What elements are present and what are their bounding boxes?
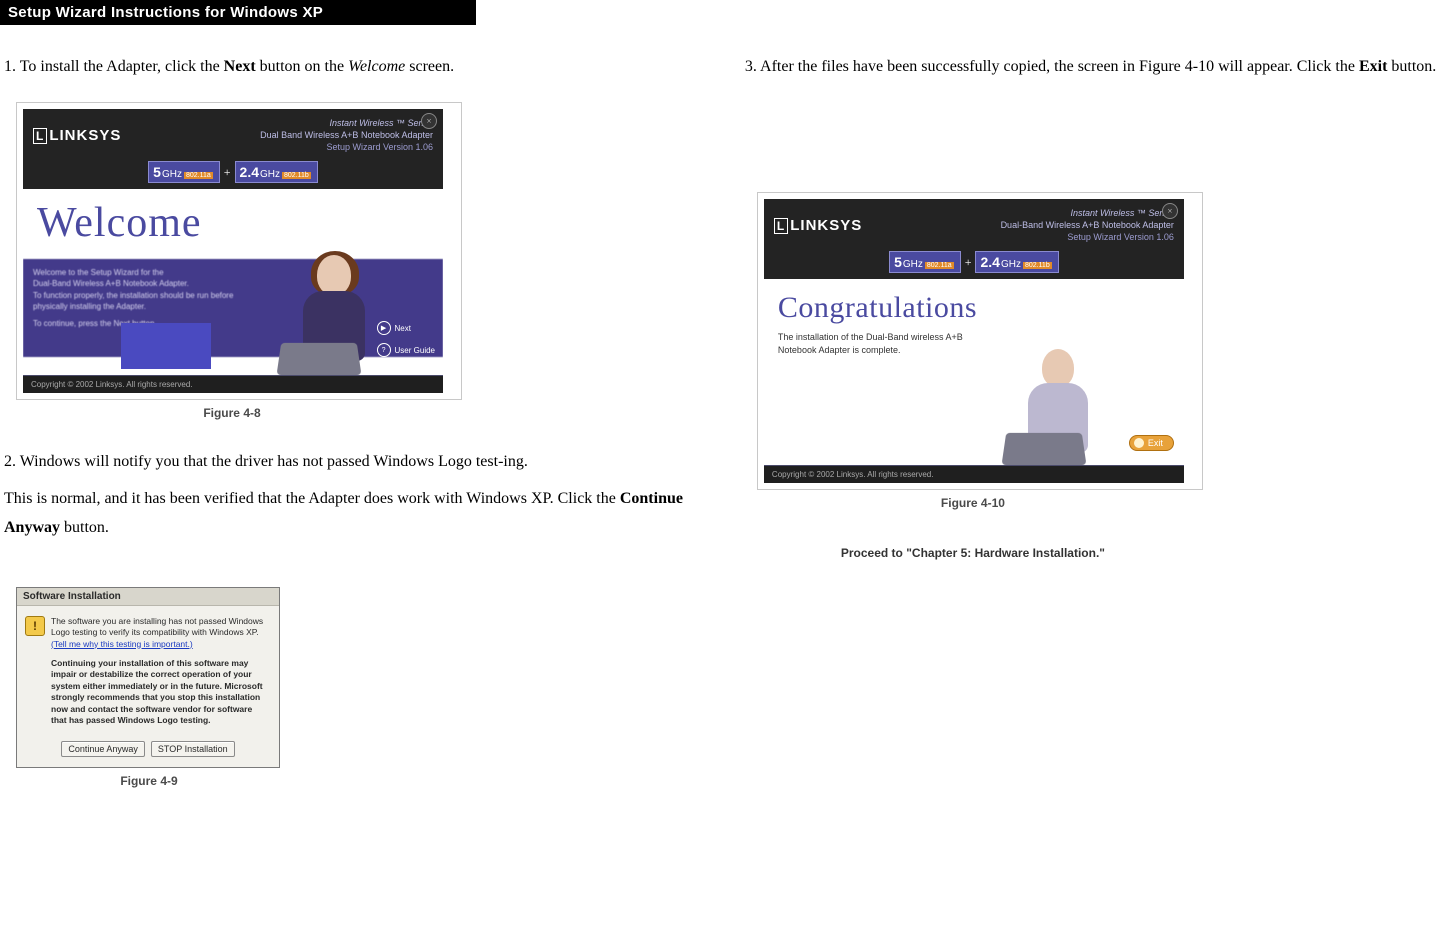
band-unit: GHz — [260, 169, 280, 180]
decorative-rect — [121, 323, 211, 369]
stop-installation-button[interactable]: STOP Installation — [151, 741, 235, 757]
right-column: 3. After the files have been successfull… — [719, 53, 1440, 560]
text-run: 3. After the files have been successfull… — [745, 58, 1359, 75]
band-unit: GHz — [903, 259, 923, 270]
congrats-subtext: The installation of the Dual-Band wirele… — [764, 325, 998, 356]
logo-text: LINKSYS — [790, 217, 862, 234]
dialog-bold-text: Continuing your installation of this sof… — [51, 658, 269, 727]
text-bold-exit: Exit — [1359, 58, 1387, 75]
step-1-text: 1. To install the Adapter, click the Nex… — [4, 53, 719, 82]
band-tag: 802.11b — [282, 172, 311, 179]
figure-4-9: Software Installation ! The software you… — [16, 587, 282, 788]
figure-caption: Figure 4-9 — [16, 774, 282, 788]
band-number: 2.4 — [240, 164, 259, 180]
linksys-welcome-window: × LLINKSYS Instant Wireless ™ Series Dua… — [23, 109, 443, 393]
dot-icon — [1134, 438, 1144, 448]
side-button-group: ▶ Next ? User Guide — [377, 321, 435, 357]
proceed-text: Proceed to "Chapter 5: Hardware Installa… — [757, 546, 1189, 560]
step-2a-text: 2. Windows will notify you that the driv… — [4, 448, 719, 477]
figure-caption: Figure 4-8 — [16, 406, 448, 420]
header-line: Setup Wizard Version 1.06 — [1001, 231, 1174, 243]
logo-box-icon: L — [33, 128, 47, 144]
button-label: User Guide — [395, 346, 435, 355]
header-line: Instant Wireless ™ Series — [260, 117, 433, 129]
dialog-button-row: Continue Anyway STOP Installation — [17, 733, 279, 767]
section-title-bar: Setup Wizard Instructions for Windows XP — [0, 0, 476, 25]
person-illustration — [267, 245, 387, 375]
figure-4-10: × LLINKSYS Instant Wireless ™ Series Dua… — [757, 192, 1203, 490]
text-run: button. — [1387, 58, 1436, 75]
band-5ghz-chip: 5 GHz 802.11a — [889, 251, 961, 273]
dialog-text: The software you are installing has not … — [51, 616, 263, 637]
text-run: button. — [60, 519, 109, 536]
left-column: 1. To install the Adapter, click the Nex… — [0, 53, 719, 788]
next-button[interactable]: ▶ Next — [377, 321, 435, 335]
plus-icon: + — [224, 165, 231, 180]
text-bold-next: Next — [224, 58, 256, 75]
text-run: This is normal, and it has been verified… — [4, 490, 620, 507]
close-icon[interactable]: × — [421, 113, 437, 129]
welcome-heading: Welcome — [23, 189, 443, 247]
dialog-link[interactable]: (Tell me why this testing is important.) — [51, 639, 193, 649]
frequency-band-bar: 5 GHz 802.11a + 2.4 GHz 802.11b — [23, 157, 443, 189]
button-label: Exit — [1148, 438, 1163, 448]
text-run: 1. To install the Adapter, click the — [4, 58, 224, 75]
figure-4-8: × LLINKSYS Instant Wireless ™ Series Dua… — [16, 102, 462, 400]
figure-caption: Figure 4-10 — [757, 496, 1189, 510]
band-unit: GHz — [162, 169, 182, 180]
linksys-logo: LLINKSYS — [774, 217, 862, 234]
band-5ghz-chip: 5 GHz 802.11a — [148, 161, 220, 183]
document-page: Setup Wizard Instructions for Windows XP… — [0, 0, 1440, 927]
user-guide-button[interactable]: ? User Guide — [377, 343, 435, 357]
window-header: LLINKSYS Instant Wireless ™ Series Dual … — [23, 109, 443, 157]
window-footer: Copyright © 2002 Linksys. All rights res… — [23, 375, 443, 393]
sub-line: Notebook Adapter is complete. — [778, 344, 998, 357]
sub-line: The installation of the Dual-Band wirele… — [778, 331, 998, 344]
congrats-content-area: Congratulations The installation of the … — [764, 279, 1184, 465]
window-header: LLINKSYS Instant Wireless ™ Series Dual-… — [764, 199, 1184, 247]
exit-button[interactable]: Exit — [1129, 435, 1174, 451]
dialog-title: Software Installation — [17, 588, 279, 606]
header-line: Instant Wireless ™ Series — [1001, 207, 1174, 219]
step-3-text: 3. After the files have been successfull… — [745, 53, 1440, 82]
congrats-heading: Congratulations — [764, 279, 1184, 325]
band-24ghz-chip: 2.4 GHz 802.11b — [975, 251, 1058, 273]
button-label: Next — [395, 324, 411, 333]
header-line: Setup Wizard Version 1.06 — [260, 141, 433, 153]
frequency-band-bar: 5 GHz 802.11a + 2.4 GHz 802.11b — [764, 247, 1184, 279]
band-tag: 802.11b — [1023, 262, 1052, 269]
linksys-logo: LLINKSYS — [33, 127, 121, 144]
band-unit: GHz — [1001, 259, 1021, 270]
window-footer: Copyright © 2002 Linksys. All rights res… — [764, 465, 1184, 483]
logo-box-icon: L — [774, 218, 788, 234]
welcome-content-area: Welcome Welcome to the Setup Wizard for … — [23, 189, 443, 375]
two-column-layout: 1. To install the Adapter, click the Nex… — [0, 53, 1440, 788]
band-24ghz-chip: 2.4 GHz 802.11b — [235, 161, 318, 183]
text-run: screen. — [405, 58, 454, 75]
text-run: button on the — [256, 58, 348, 75]
header-subtitle-block: Instant Wireless ™ Series Dual Band Wire… — [260, 117, 433, 153]
linksys-congrats-window: × LLINKSYS Instant Wireless ™ Series Dua… — [764, 199, 1184, 483]
header-subtitle-block: Instant Wireless ™ Series Dual-Band Wire… — [1001, 207, 1174, 243]
text-italic-welcome: Welcome — [348, 58, 405, 75]
band-number: 5 — [153, 164, 161, 180]
band-tag: 802.11a — [925, 262, 954, 269]
play-icon: ▶ — [377, 321, 391, 335]
person-illustration — [992, 335, 1112, 465]
xp-warning-dialog: Software Installation ! The software you… — [16, 587, 280, 768]
band-tag: 802.11a — [184, 172, 213, 179]
band-number: 2.4 — [980, 254, 999, 270]
band-number: 5 — [894, 254, 902, 270]
logo-text: LINKSYS — [49, 127, 121, 144]
step-2b-text: This is normal, and it has been verified… — [4, 485, 719, 543]
continue-anyway-button[interactable]: Continue Anyway — [61, 741, 145, 757]
close-icon[interactable]: × — [1162, 203, 1178, 219]
dialog-body: ! The software you are installing has no… — [17, 606, 279, 733]
warning-icon: ! — [25, 616, 45, 636]
header-line: Dual Band Wireless A+B Notebook Adapter — [260, 129, 433, 141]
header-line: Dual-Band Wireless A+B Notebook Adapter — [1001, 219, 1174, 231]
plus-icon: + — [965, 255, 972, 270]
book-icon: ? — [377, 343, 391, 357]
